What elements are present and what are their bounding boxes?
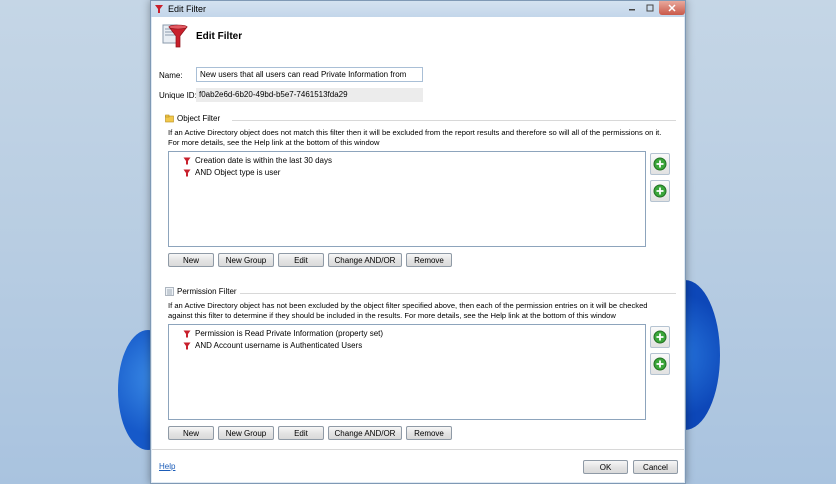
add-condition-button[interactable] — [650, 153, 670, 175]
add-icon — [653, 157, 667, 171]
object-remove-button[interactable]: Remove — [406, 253, 452, 267]
object-edit-button[interactable]: Edit — [278, 253, 324, 267]
list-item[interactable]: AND Account username is Authenticated Us… — [183, 340, 362, 351]
permission-change-and-or-button[interactable]: Change AND/OR — [328, 426, 402, 440]
object-filter-description: If an Active Directory object does not m… — [168, 128, 662, 147]
list-item[interactable]: Permission is Read Private Information (… — [183, 328, 383, 339]
list-item-label: AND Account username is Authenticated Us… — [195, 341, 363, 350]
permission-remove-button[interactable]: Remove — [406, 426, 452, 440]
object-filter-heading: Object Filter — [165, 114, 220, 123]
object-filter-title: Object Filter — [177, 114, 221, 123]
filter-icon — [183, 342, 191, 350]
name-input[interactable] — [196, 67, 423, 82]
add-icon — [653, 330, 667, 344]
add-icon — [653, 357, 667, 371]
list-item-label: AND Object type is user — [195, 168, 281, 177]
permission-new-group-button[interactable]: New Group — [218, 426, 274, 440]
permission-filter-divider — [240, 293, 676, 294]
edit-filter-window: Edit Filter Edit Filter Name: New users … — [150, 0, 686, 484]
permission-filter-heading: Permission Filter — [165, 287, 237, 296]
object-new-button[interactable]: New — [168, 253, 214, 267]
name-label: Name: — [159, 71, 183, 80]
dialog-header: Edit Filter — [152, 17, 684, 57]
unique-id-value: f0ab2e6d-6b20-49bd-b5e7-7461513fda29 — [196, 88, 423, 102]
list-item[interactable]: Creation date is within the last 30 days — [183, 155, 332, 166]
close-icon — [668, 4, 676, 12]
permission-filter-title: Permission Filter — [177, 287, 237, 296]
maximize-icon — [646, 4, 654, 12]
object-filter-list[interactable]: Creation date is within the last 30 days… — [168, 151, 646, 247]
unique-id-label: Unique ID: — [159, 91, 197, 100]
folder-icon — [165, 114, 174, 123]
permission-new-button[interactable]: New — [168, 426, 214, 440]
object-new-group-button[interactable]: New Group — [218, 253, 274, 267]
permission-edit-button[interactable]: Edit — [278, 426, 324, 440]
app-icon — [154, 4, 164, 14]
filter-icon — [183, 169, 191, 177]
maximize-button[interactable] — [641, 1, 659, 15]
permission-filter-list[interactable]: Permission is Read Private Information (… — [168, 324, 646, 420]
help-link[interactable]: Help — [159, 462, 175, 471]
dialog-title: Edit Filter — [196, 31, 243, 42]
add-group-button[interactable] — [650, 353, 670, 375]
filter-icon — [183, 157, 191, 165]
filter-icon — [183, 330, 191, 338]
minimize-icon — [629, 9, 635, 11]
list-item-label: Permission is Read Private Information (… — [195, 329, 384, 338]
filter-funnel-icon — [160, 21, 190, 51]
close-button[interactable] — [659, 1, 685, 15]
ok-button[interactable]: OK — [583, 460, 628, 474]
list-item-label: Creation date is within the last 30 days — [195, 156, 332, 165]
list-icon — [165, 287, 174, 296]
permission-filter-description: If an Active Directory object has not be… — [168, 301, 648, 320]
dialog-content: Edit Filter Name: Unique ID: f0ab2e6d-6b… — [152, 17, 684, 482]
window-title: Edit Filter — [168, 4, 207, 14]
add-icon — [653, 184, 667, 198]
list-item[interactable]: AND Object type is user — [183, 167, 280, 178]
footer-divider — [152, 449, 684, 450]
cancel-button[interactable]: Cancel — [633, 460, 678, 474]
object-filter-divider — [232, 120, 676, 121]
add-group-button[interactable] — [650, 180, 670, 202]
minimize-button[interactable] — [623, 1, 641, 15]
title-bar[interactable]: Edit Filter — [151, 1, 685, 17]
add-condition-button[interactable] — [650, 326, 670, 348]
object-change-and-or-button[interactable]: Change AND/OR — [328, 253, 402, 267]
